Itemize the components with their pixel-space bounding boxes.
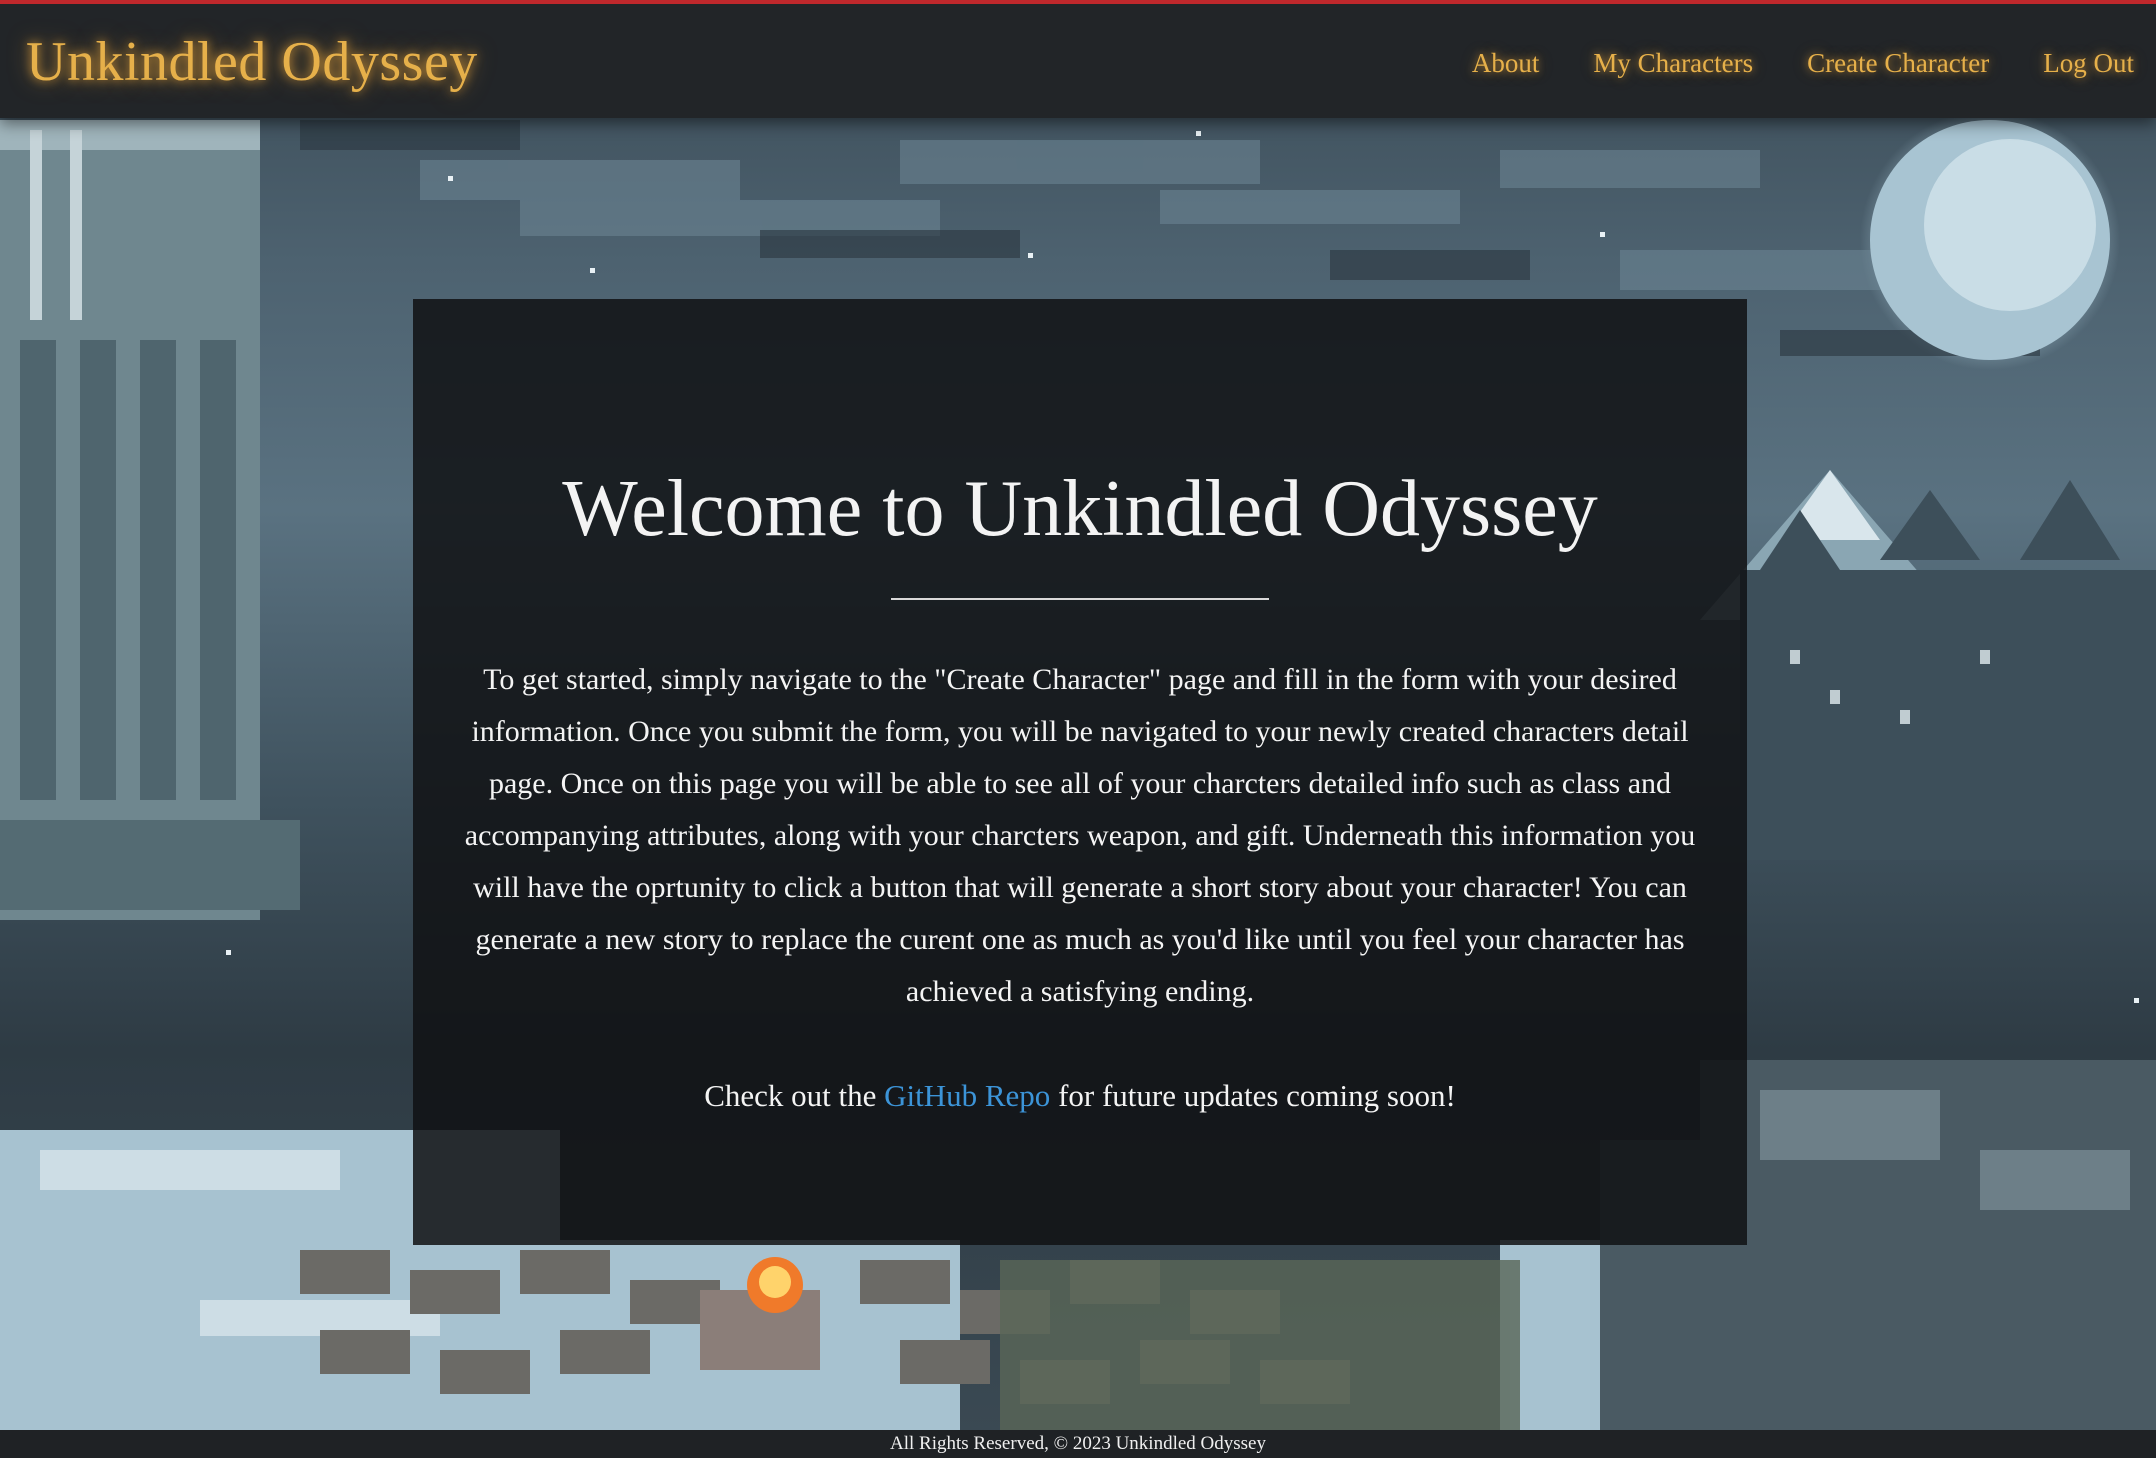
footer: All Rights Reserved, © 2023 Unkindled Od… [0, 1430, 2156, 1458]
welcome-panel: Welcome to Unkindled Odyssey To get star… [413, 299, 1747, 1245]
github-repo-link[interactable]: GitHub Repo [884, 1078, 1050, 1113]
footer-copyright: All Rights Reserved, © 2023 Unkindled Od… [890, 1433, 1266, 1454]
nav-about-link[interactable]: About [1472, 48, 1540, 79]
nav-create-character-link[interactable]: Create Character [1807, 48, 1989, 79]
page: Unkindled Odyssey About My Characters Cr… [0, 0, 2156, 1458]
nav-my-characters-link[interactable]: My Characters [1593, 48, 1753, 79]
brand-logo-link[interactable]: Unkindled Odyssey [26, 30, 478, 94]
nav-links: About My Characters Create Character Log… [1472, 48, 2134, 79]
github-callout: Check out the GitHub Repo for future upd… [413, 1074, 1747, 1118]
navbar: Unkindled Odyssey About My Characters Cr… [0, 0, 2156, 118]
callout-suffix: for future updates coming soon! [1058, 1078, 1456, 1113]
intro-text: To get started, simply navigate to the "… [464, 663, 1696, 1008]
title-divider [891, 598, 1269, 600]
page-title: Welcome to Unkindled Odyssey [562, 465, 1598, 553]
nav-log-out-link[interactable]: Log Out [2043, 48, 2134, 79]
callout-prefix: Check out the [704, 1078, 877, 1113]
